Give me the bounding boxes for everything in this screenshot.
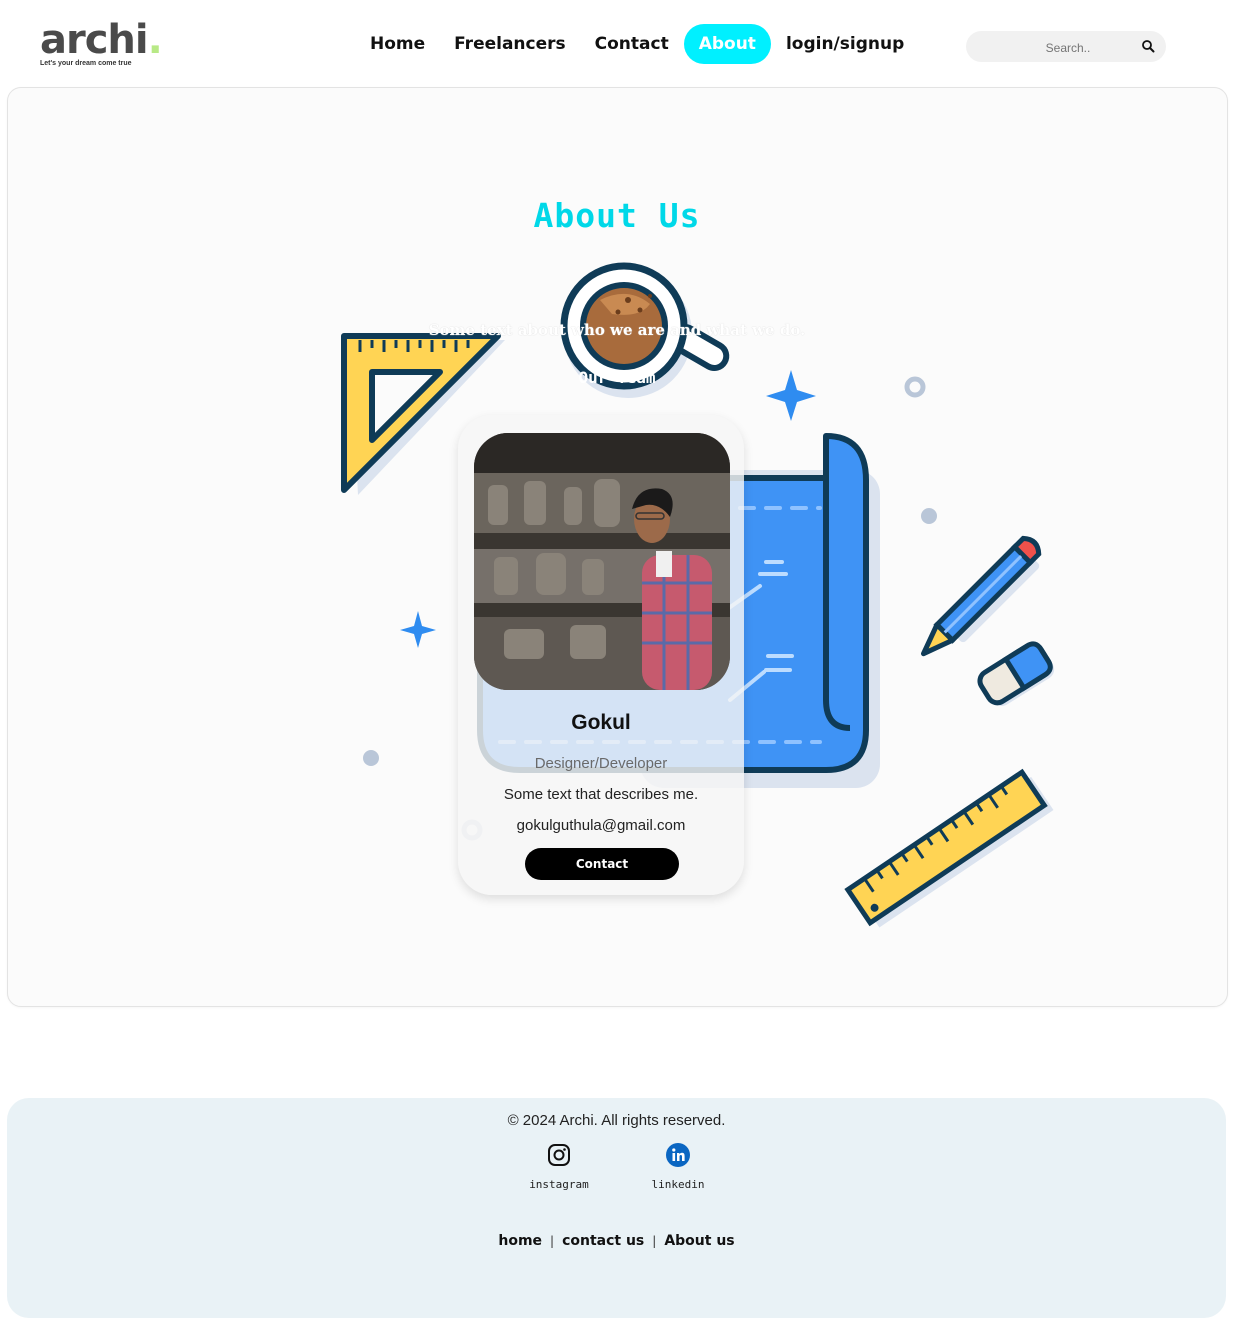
copyright: © 2024 Archi. All rights reserved. [507, 1112, 726, 1129]
linkedin-icon [666, 1143, 690, 1167]
nav-login-signup[interactable]: login/signup [772, 24, 918, 64]
main-nav: Home Freelancers Contact About login/sig… [356, 24, 919, 64]
nav-freelancers[interactable]: Freelancers [440, 24, 579, 64]
social-label: instagram [529, 1178, 589, 1191]
instagram-icon [548, 1144, 570, 1166]
link-separator: | [652, 1234, 657, 1248]
footer-link-contact-us[interactable]: contact us [562, 1233, 644, 1249]
nav-home[interactable]: Home [356, 24, 439, 64]
footer-link-home[interactable]: home [498, 1233, 542, 1249]
team-member-card: Gokul Designer/Developer Some text that … [458, 415, 744, 895]
nav-about[interactable]: About [683, 24, 771, 64]
search-input[interactable] [966, 31, 1170, 64]
logo[interactable]: archi. Let's your dream come true [40, 17, 163, 67]
team-heading: Our Team [578, 368, 656, 387]
link-separator: | [550, 1234, 555, 1248]
social-instagram[interactable]: instagram [514, 1142, 604, 1191]
contact-button[interactable]: Contact [525, 848, 679, 880]
about-subtitle: Some text about who we are and what we d… [428, 321, 806, 339]
logo-wordmark: archi. [40, 17, 163, 63]
member-name: Gokul [571, 711, 631, 734]
footer-link-about-us[interactable]: About us [664, 1233, 734, 1249]
social-linkedin[interactable]: linkedin [633, 1142, 723, 1191]
footer: © 2024 Archi. All rights reserved. insta… [7, 1098, 1226, 1318]
search-icon[interactable] [1141, 39, 1155, 53]
member-description: Some text that describes me. [503, 786, 699, 803]
about-title: About Us [533, 196, 701, 235]
profile-photo [474, 433, 730, 690]
member-email: gokulguthula@gmail.com [516, 817, 686, 834]
search-bar [966, 31, 1170, 64]
social-label: linkedin [651, 1178, 705, 1191]
footer-links: home | contact us | About us [7, 1233, 1226, 1249]
nav-contact[interactable]: Contact [581, 24, 683, 64]
member-role: Designer/Developer [534, 755, 668, 772]
